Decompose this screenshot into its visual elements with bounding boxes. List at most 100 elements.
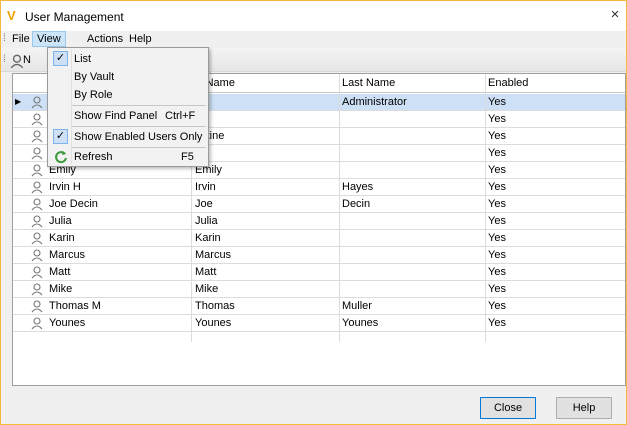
cell-name: Matt [49,266,71,278]
cell-enabled: Yes [488,300,506,312]
cell-first-name: Marcus [195,249,232,261]
menu-actions[interactable]: Actions [83,31,127,47]
cell-enabled: Yes [488,147,506,159]
cell-first-name: Karin [195,232,221,244]
view-menu-by-role[interactable]: By Role [48,86,208,104]
user-icon [31,283,43,296]
check-icon: ✓ [53,129,68,144]
cell-first-name: Matt [195,266,217,278]
cell-last-name: Muller [342,300,372,312]
table-row[interactable]: Matt Matt Yes [13,264,625,281]
cell-first-name: Joe [195,198,213,210]
toolbar-grip-icon: ⁞ [3,54,6,65]
table-row[interactable]: Younes Younes Younes Yes [13,315,625,332]
cell-last-name: Younes [342,317,379,329]
cell-enabled: Yes [488,181,506,193]
cell-enabled: Yes [488,198,506,210]
column-divider [485,74,486,342]
cell-last-name: Administrator [342,96,407,108]
user-icon [31,147,43,160]
user-icon [31,198,43,211]
column-header-enabled[interactable]: Enabled [488,77,528,89]
cell-enabled: Yes [488,164,506,176]
column-header-last-name[interactable]: Last Name [342,77,395,89]
toolbar-new-label[interactable]: N [23,54,31,66]
user-icon [31,317,43,330]
cell-enabled: Yes [488,283,506,295]
cell-first-name: Thomas [195,300,235,312]
window-title: User Management [25,10,124,24]
cell-enabled: Yes [488,215,506,227]
user-icon [31,96,43,109]
table-row[interactable]: Mike Mike Yes [13,281,625,298]
view-menu-show-find-panel-label: Show Find Panel [74,110,158,122]
menu-help[interactable]: Help [125,31,156,47]
table-row[interactable]: Joe Decin Joe Decin Yes [13,196,625,213]
cell-enabled: Yes [488,113,506,125]
view-menu-dropdown: ✓ List By Vault By Role Show Find Panel … [47,47,209,167]
cell-first-name: Younes [195,317,232,329]
cell-enabled: Yes [488,232,506,244]
menu-view[interactable]: View [32,31,66,47]
menu-separator [72,126,206,127]
cell-enabled: Yes [488,317,506,329]
cell-name: Irvin H [49,181,81,193]
user-icon [31,181,43,194]
close-window-button[interactable]: × [607,7,623,23]
user-management-window: V User Management × ⁞ File View Actions … [0,0,627,425]
cell-name: Karin [49,232,75,244]
view-menu-list[interactable]: ✓ List [48,50,208,68]
menu-bar: ⁞ File View Actions Help [1,31,626,47]
view-menu-show-find-panel[interactable]: Show Find Panel Ctrl+F [48,107,208,125]
view-menu-show-find-panel-shortcut: Ctrl+F [165,110,196,122]
cell-first-name: Mike [195,283,219,295]
check-icon: ✓ [53,51,68,66]
vault-logo-icon: V [7,8,16,23]
user-icon [31,113,43,126]
view-menu-refresh-shortcut: F5 [181,151,194,163]
user-icon [31,130,43,143]
view-menu-list-label: List [74,53,92,65]
cell-first-name: Irvin [195,181,216,193]
user-icon [31,164,43,177]
table-row[interactable]: Julia Julia Yes [13,213,625,230]
table-row[interactable]: Thomas M Thomas Muller Yes [13,298,625,315]
cell-enabled: Yes [488,96,506,108]
table-row[interactable]: Irvin H Irvin Hayes Yes [13,179,625,196]
view-menu-show-enabled-users-only[interactable]: ✓ Show Enabled Users Only [48,128,208,146]
cell-name: Mike [49,283,73,295]
view-menu-show-enabled-users-only-label: Show Enabled Users Only [74,131,203,143]
view-menu-by-vault[interactable]: By Vault [48,68,208,86]
cell-last-name: Hayes [342,181,374,193]
user-icon [31,215,43,228]
cell-enabled: Yes [488,266,506,278]
user-icon [31,249,43,262]
user-icon [31,300,43,313]
cell-enabled: Yes [488,130,506,142]
menu-separator [72,105,206,106]
cell-name: Julia [49,215,72,227]
cell-name: Joe Decin [49,198,98,210]
cell-first-name: Julia [195,215,218,227]
view-menu-refresh-label: Refresh [74,151,113,163]
close-button[interactable]: Close [480,397,536,419]
help-button[interactable]: Help [556,397,612,419]
user-icon [31,232,43,245]
refresh-icon [55,151,67,164]
view-menu-by-role-label: By Role [74,89,113,101]
menu-grip-icon: ⁞ [3,33,6,44]
cell-last-name: Decin [342,198,371,210]
table-row[interactable]: Marcus Marcus Yes [13,247,625,264]
user-icon [31,266,43,279]
title-bar: V User Management × [1,1,626,31]
cell-name: Younes [49,317,86,329]
table-row[interactable]: Karin Karin Yes [13,230,625,247]
cell-name: Thomas M [49,300,101,312]
current-row-indicator-icon: ▶ [15,97,22,106]
cell-enabled: Yes [488,249,506,261]
cell-name: Marcus [49,249,86,261]
menu-file[interactable]: File [8,31,34,47]
column-divider [339,74,340,342]
view-menu-by-vault-label: By Vault [74,71,115,83]
view-menu-refresh[interactable]: Refresh F5 [48,148,208,166]
